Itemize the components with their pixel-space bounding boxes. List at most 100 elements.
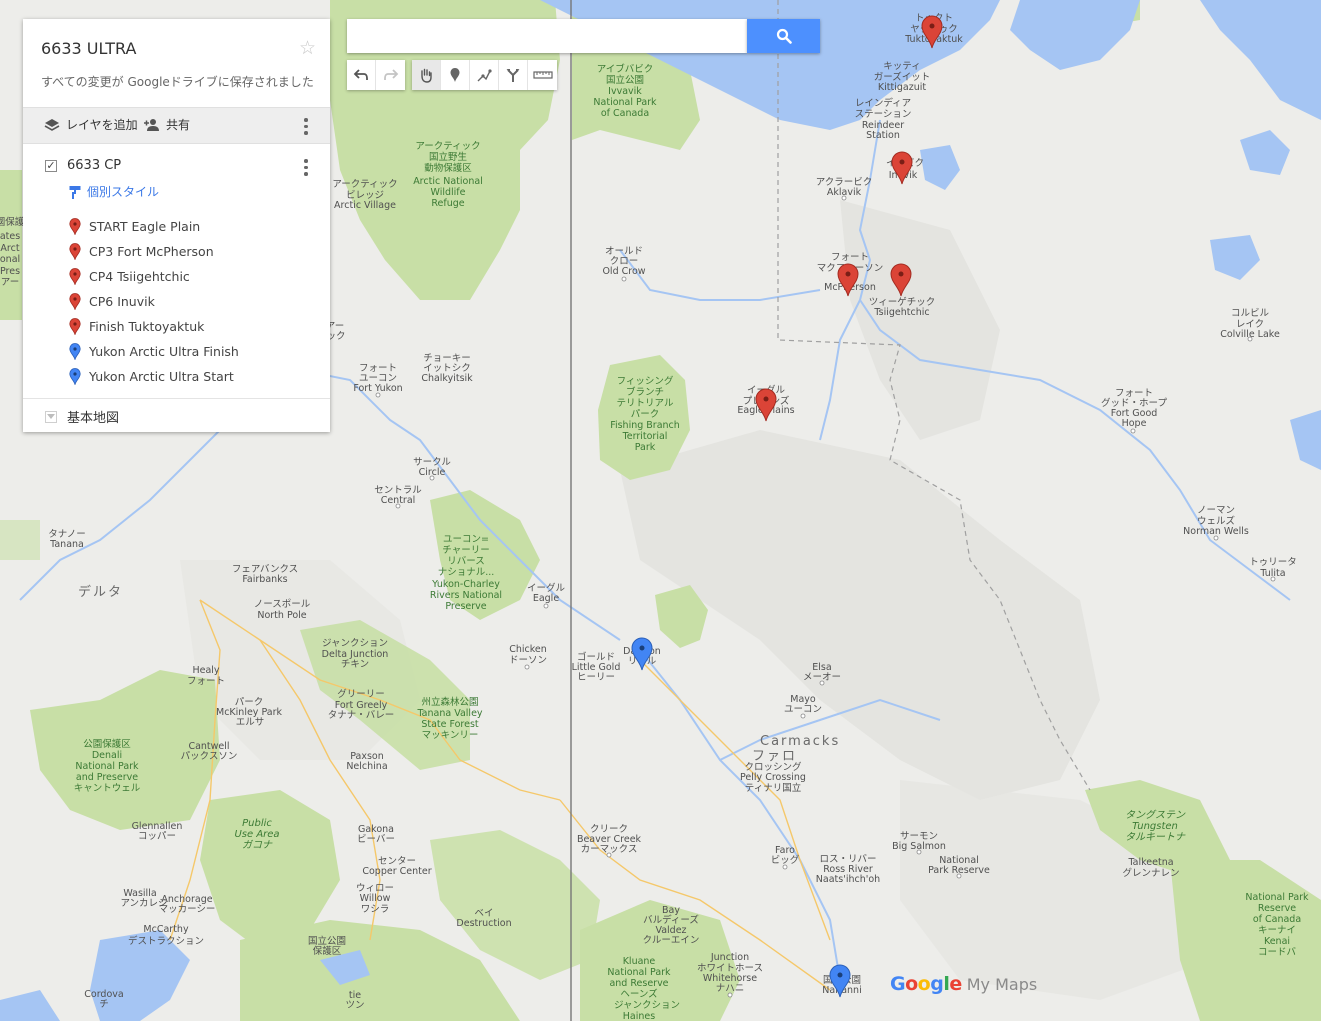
draw-line-icon [477,69,492,82]
place-label: 保護区 [313,945,342,957]
place-label: Fishing Branch [610,420,680,431]
list-item[interactable]: Yukon Arctic Ultra Start [69,364,239,389]
place-label: フィッシング [617,375,674,387]
place-label: of Canada [1253,914,1301,925]
place-label: National Park [593,97,657,108]
add-layer-button[interactable]: レイヤを追加 [43,116,138,133]
list-item[interactable]: CP4 Tsiigehtchic [69,264,239,289]
red-marker-icon [69,243,81,260]
search-button[interactable] [747,19,820,53]
place-label: Yukon-Charley [431,579,500,590]
place-label: Kenai [1264,936,1290,947]
place-label: 國保護 [0,216,25,228]
pan-tool-button[interactable] [412,60,441,90]
search-input[interactable] [347,19,747,53]
list-item[interactable]: Yukon Arctic Ultra Finish [69,339,239,364]
layers-icon [44,118,60,131]
place-label: Wildlife [431,187,466,198]
region-label: デルタ [78,584,123,600]
place-label: ates [0,231,20,242]
google-my-maps-logo: Google My Maps [890,973,1037,995]
place-label: ブランチ [626,386,664,398]
place-label: ナハニ [716,983,745,994]
undo-button[interactable] [347,60,376,90]
place-label: Arctic National [413,176,483,187]
panel-action-bar: レイヤを追加 共有 [23,107,330,144]
place-label: ビッグ [771,854,800,866]
layer-name[interactable]: 6633 CP [67,158,121,173]
place-label: and Preserve [76,772,138,783]
place-label: マッキンリー [422,730,479,741]
place-label: Park [635,442,656,453]
place-label: ヒーリー [577,672,615,683]
share-label: 共有 [166,118,191,132]
directions-icon [506,69,520,82]
red-marker-icon [69,293,81,310]
place-label: 公園保護区 [83,738,131,750]
place-label: ティナリ国立 [745,782,801,794]
place-label: アイブバビク [597,63,654,75]
more-options-icon[interactable] [304,118,308,135]
place-label: タングステン [1125,809,1186,821]
place-label: 国立公園 [606,74,644,86]
star-icon[interactable]: ☆ [299,37,316,59]
individual-style-link[interactable]: 個別スタイル [69,183,159,200]
individual-style-label: 個別スタイル [87,185,160,199]
redo-icon [383,69,398,80]
redo-button[interactable] [376,60,405,90]
place-label: チ [99,999,109,1010]
directions-button[interactable] [499,60,528,90]
chevron-down-icon[interactable] [45,410,57,423]
saved-status: すべての変更が Googleドライブに保存されました [41,75,314,89]
list-item[interactable]: CP6 Inuvik [69,289,239,314]
place-label: McCarthy [143,924,189,935]
measure-button[interactable] [528,60,557,90]
list-item[interactable]: CP3 Fort McPherson [69,239,239,264]
place-label: ヘーンズ [620,988,658,1000]
place-label: and Reserve [609,978,668,989]
place-label: Territorial [622,431,668,442]
place-label: Tungsten [1132,821,1178,832]
blue-marker-icon [69,368,81,385]
place-label: グリーリー [337,688,385,700]
place-label: ツン [345,1000,364,1011]
place-label: 国立野生 [429,151,468,163]
add-layer-label: レイヤを追加 [66,118,138,132]
place-label: 州立森林公園 [421,696,478,708]
add-marker-button[interactable] [441,60,470,90]
add-person-icon [144,118,159,131]
base-map-toggle[interactable]: 基本地図 [45,407,119,426]
map-title[interactable]: 6633 ULTRA [41,39,136,58]
place-label: レインディア [855,97,911,109]
undo-icon [353,69,368,80]
layer-options-icon[interactable] [304,159,308,176]
layer-header[interactable]: ✓ 6633 CP [45,158,121,173]
place-label: リバース [447,556,485,567]
marker-icon [450,68,460,82]
place-label: Station [866,130,900,141]
draw-line-button[interactable] [470,60,499,90]
place-label: キャントウェル [74,783,141,794]
place-label: Copper Center [362,866,431,877]
place-label: ガコナ [242,839,273,851]
place-label: パーク [631,409,660,420]
hand-icon [421,68,432,83]
list-item-label: Yukon Arctic Ultra Start [89,369,234,384]
share-button[interactable]: 共有 [143,116,190,133]
place-label: アークティック [415,141,480,152]
my-maps-label: My Maps [966,975,1038,994]
list-item[interactable]: Finish Tuktoyaktuk [69,314,239,339]
place-label: パックスソン [181,751,238,762]
place-label: フォート [187,676,225,687]
red-marker-icon [69,218,81,235]
place-label: Hope [1122,418,1147,429]
checkbox-icon[interactable]: ✓ [45,159,57,172]
red-marker-icon [69,268,81,285]
place-label: トゥリータ [1249,557,1297,568]
place-label: Tanana Valley [416,708,482,719]
list-item[interactable]: START Eagle Plain [69,214,239,239]
place-label: ステーション [855,109,912,120]
place-label: アークティック [332,179,397,190]
place-label: Tsiigehtchic [873,307,929,318]
place-label: コードバ [1258,947,1297,958]
